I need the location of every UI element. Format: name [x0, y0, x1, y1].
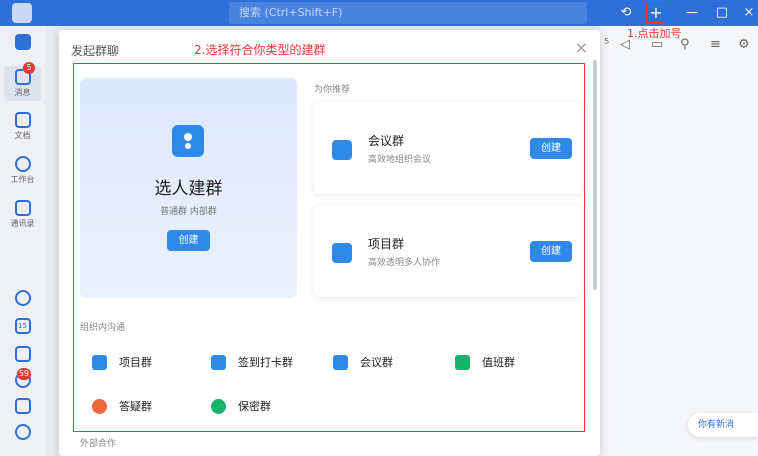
- workbench-icon: [14, 156, 31, 172]
- live-icon[interactable]: 59: [4, 368, 41, 388]
- calendar-icon[interactable]: 15: [4, 318, 41, 334]
- folder-icon: [333, 354, 348, 370]
- app-grid-icon[interactable]: [4, 34, 41, 50]
- card-title: 选人建群: [154, 179, 223, 199]
- chat-area: [600, 26, 758, 456]
- close-button[interactable]: ×: [575, 38, 588, 57]
- list-item-secret-group[interactable]: 保密群: [211, 396, 271, 416]
- list-item-project-group[interactable]: 项目群: [92, 352, 152, 372]
- sidebar: 5 消息 文档 工作台 通讯录 15 59: [0, 26, 45, 456]
- group-label: 保密群: [238, 400, 271, 413]
- list-item-checkin-group[interactable]: 签到打卡群: [211, 352, 293, 372]
- qa-icon: [92, 398, 107, 414]
- create-button[interactable]: 创建: [530, 138, 572, 159]
- section-label: 组织内沟通: [80, 323, 126, 333]
- phone-icon[interactable]: [4, 424, 41, 440]
- group-label: 值班群: [482, 356, 515, 369]
- create-group-dialog: 发起群聊 × 2.选择符合你类型的建群 选人建群 普通群 内部群 创建 为你推荐…: [59, 30, 600, 456]
- mail-icon[interactable]: [4, 398, 41, 414]
- list-item-duty-group[interactable]: 值班群: [455, 352, 515, 372]
- sidebar-item-workbench[interactable]: 工作台: [4, 156, 41, 185]
- section-label: 为你推荐: [314, 85, 351, 95]
- minimize-button[interactable]: —: [683, 4, 701, 22]
- sidebar-item-docs[interactable]: 文档: [4, 112, 41, 141]
- card-title: 项目群: [368, 237, 405, 251]
- user-icon: [172, 125, 204, 157]
- folder-icon: [332, 140, 352, 160]
- sidebar-item-contacts[interactable]: 通讯录: [4, 200, 41, 229]
- card-desc: 高效透明多人协作: [368, 258, 441, 268]
- meeting-group-card[interactable]: 会议群 高效地组织会议 创建: [314, 102, 582, 194]
- sidebar-item-messages[interactable]: 5 消息: [4, 62, 41, 101]
- create-button[interactable]: 创建: [167, 230, 210, 251]
- sidebar-item-label: 工作台: [10, 175, 35, 184]
- secret-icon: [211, 398, 226, 414]
- contacts-icon: [14, 200, 31, 216]
- document-icon: [14, 112, 31, 128]
- search-input[interactable]: 搜索 (Ctrl+Shift+F): [229, 2, 587, 24]
- card-subtitle: 普通群 内部群: [160, 207, 217, 217]
- status-badge: 59: [16, 368, 31, 380]
- history-icon[interactable]: ⟲: [617, 4, 635, 22]
- checkin-icon: [211, 354, 226, 370]
- project-group-card[interactable]: 项目群 高效透明多人协作 创建: [314, 205, 582, 297]
- sidebar-item-label: 文档: [14, 131, 31, 140]
- project-icon: [92, 354, 107, 370]
- close-window-button[interactable]: ×: [740, 4, 758, 22]
- group-label: 会议群: [360, 356, 393, 369]
- card-title: 会议群: [368, 134, 405, 148]
- project-icon: [332, 243, 352, 263]
- select-people-card[interactable]: 选人建群 普通群 内部群 创建: [80, 78, 297, 298]
- todo-icon[interactable]: [4, 346, 41, 362]
- add-button-highlight: [646, 3, 666, 23]
- card-desc: 高效地组织会议: [368, 155, 432, 165]
- create-button[interactable]: 创建: [530, 241, 572, 262]
- group-label: 签到打卡群: [238, 356, 293, 369]
- avatar[interactable]: [12, 3, 32, 23]
- list-item-qa-group[interactable]: 答疑群: [92, 396, 152, 416]
- dialog-title: 发起群聊: [71, 44, 120, 58]
- scrollbar[interactable]: [593, 60, 597, 290]
- cloud-icon[interactable]: [4, 290, 41, 306]
- list-item-meeting-group[interactable]: 会议群: [333, 352, 393, 372]
- sidebar-item-label: 消息: [14, 88, 31, 97]
- duty-icon: [455, 354, 470, 370]
- status-badge: 5: [23, 62, 35, 74]
- new-message-toast[interactable]: 你有新消: [688, 413, 758, 437]
- gear-icon[interactable]: ⚙: [738, 37, 750, 52]
- maximize-button[interactable]: □: [713, 4, 731, 22]
- title-bar: 搜索 (Ctrl+Shift+F) ⟲ + — □ ×: [0, 0, 758, 26]
- sidebar-item-label: 通讯录: [10, 219, 35, 228]
- list-icon[interactable]: ≡: [710, 37, 721, 52]
- annotation-step2: 2.选择符合你类型的建群: [194, 43, 326, 57]
- annotation-step1: 1.点击加号: [627, 27, 682, 40]
- share-icon[interactable]: ⁵: [604, 37, 609, 52]
- group-label: 答疑群: [119, 400, 152, 413]
- group-label: 项目群: [119, 356, 152, 369]
- section-label: 外部合作: [80, 439, 117, 449]
